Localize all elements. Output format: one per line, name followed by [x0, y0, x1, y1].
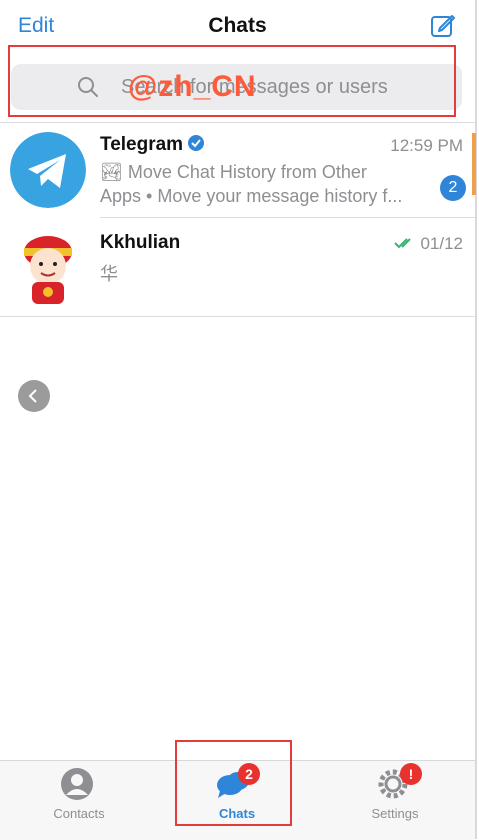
tab-label: Settings: [371, 806, 419, 821]
search-highlight-box: [8, 45, 456, 117]
kkhulian-avatar: [24, 236, 72, 304]
contacts-icon: [61, 768, 93, 800]
tab-settings[interactable]: ! Settings: [316, 761, 474, 840]
app-frame: Edit Chats Search for messages or users …: [0, 0, 477, 840]
chat-name: Kkhulian: [100, 232, 181, 253]
chat-preview-line2: Apps • Move your message history f...: [100, 186, 403, 206]
floating-back-button[interactable]: [18, 380, 50, 412]
scroll-indicator: [472, 133, 476, 195]
chat-preview-line1: 🏞 Move Chat History from Other: [100, 162, 367, 182]
chat-time: 12:59 PM: [390, 136, 463, 155]
double-check-icon: [394, 238, 411, 249]
tab-badge: !: [400, 763, 422, 785]
divider: [0, 122, 475, 123]
chats-tab-highlight-box: [175, 740, 292, 826]
chevron-left-icon: [28, 389, 37, 403]
chat-preview-line1: 华: [100, 264, 118, 284]
chat-time-text: 01/12: [420, 234, 463, 253]
chat-row-telegram[interactable]: Telegram 12:59 PM 🏞 Move Chat History fr…: [0, 124, 475, 216]
chat-name: Telegram: [100, 134, 205, 156]
unread-badge: 2: [440, 175, 466, 201]
verified-icon: [188, 135, 205, 151]
page-title: Chats: [208, 14, 267, 37]
telegram-avatar: [10, 132, 86, 208]
tab-contacts[interactable]: Contacts: [0, 761, 158, 840]
chat-name-text: Telegram: [100, 134, 184, 155]
divider: [0, 316, 475, 317]
tab-label: Contacts: [53, 806, 105, 821]
chat-time: 01/12: [394, 234, 463, 254]
chat-row-kkhulian[interactable]: Kkhulian 01/12 华: [0, 218, 475, 316]
compose-icon[interactable]: [430, 12, 456, 38]
